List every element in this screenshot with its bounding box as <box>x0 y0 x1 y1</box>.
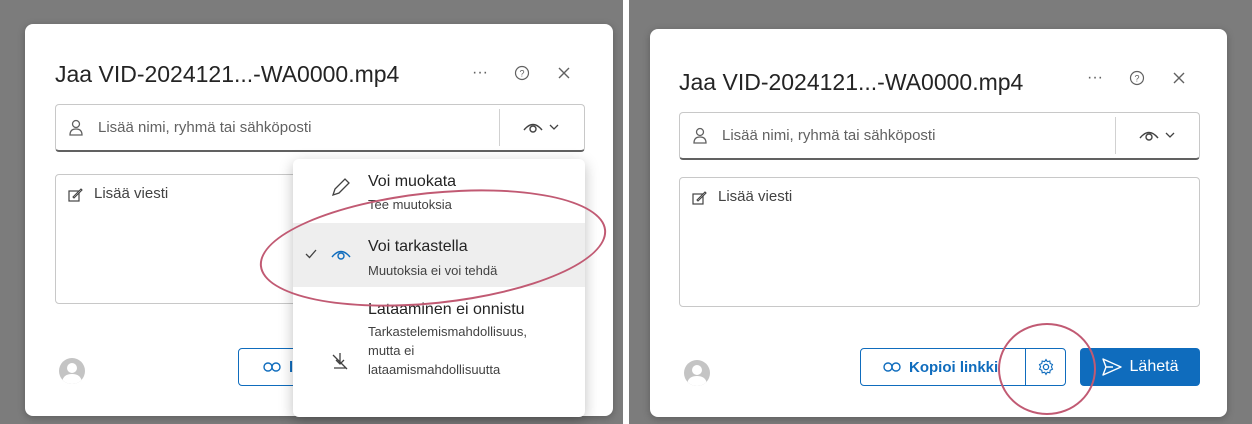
help-icon[interactable]: ? <box>511 62 533 84</box>
send-button[interactable]: Lähetä <box>1080 348 1200 386</box>
checkmark-icon <box>305 247 317 262</box>
send-label: Lähetä <box>1129 358 1179 375</box>
copy-link-label: Kopioi linkki <box>909 358 999 376</box>
divider <box>1115 117 1116 154</box>
permission-dropdown-button[interactable] <box>1132 121 1182 149</box>
person-icon <box>692 127 708 150</box>
menu-item-subtitle-line: mutta ei <box>368 343 415 358</box>
svg-text:?: ? <box>519 69 524 79</box>
person-icon <box>68 119 84 142</box>
link-settings-button[interactable] <box>1026 349 1065 385</box>
copy-link-button[interactable]: Kopioi linkki <box>861 349 1025 385</box>
chevron-down-icon <box>549 124 559 130</box>
svg-text:?: ? <box>1134 74 1139 84</box>
permission-menu: Voi muokata Tee muutoksia Voi tarkastell… <box>293 159 585 417</box>
help-icon[interactable]: ? <box>1126 67 1148 89</box>
recipient-placeholder: Lisää nimi, ryhmä tai sähköposti <box>722 127 936 144</box>
recipient-input[interactable]: Lisää nimi, ryhmä tai sähköposti <box>55 104 585 152</box>
edit-icon <box>692 191 707 210</box>
copy-link-group: Kopioi linkki <box>860 348 1066 386</box>
menu-item-subtitle-line: Tarkastelemismahdollisuus, <box>368 324 527 339</box>
permission-dropdown-button[interactable] <box>516 113 566 141</box>
no-download-icon <box>331 351 349 376</box>
message-placeholder: Lisää viesti <box>94 185 169 202</box>
menu-item-title: Voi muokata <box>368 173 457 190</box>
right-screenshot: Jaa VID-2024121...-WA0000.mp4 ··· ? Lisä… <box>629 0 1252 424</box>
eye-icon <box>523 123 543 133</box>
menu-item-can-edit[interactable]: Voi muokata Tee muutoksia <box>293 159 585 221</box>
link-icon <box>263 362 281 372</box>
menu-item-subtitle: Muutoksia ei voi tehdä <box>368 263 498 278</box>
menu-item-title: Lataaminen ei onnistu <box>368 301 525 318</box>
close-icon[interactable] <box>553 62 575 84</box>
send-icon <box>1101 358 1122 376</box>
menu-item-subtitle: Tee muutoksia <box>368 197 452 212</box>
recipient-placeholder: Lisää nimi, ryhmä tai sähköposti <box>98 119 312 136</box>
message-textarea[interactable]: Lisää viesti <box>679 177 1200 307</box>
more-options-icon[interactable]: ··· <box>469 62 491 84</box>
avatar <box>59 358 85 384</box>
gear-icon <box>1038 358 1053 376</box>
share-dialog: Jaa VID-2024121...-WA0000.mp4 ··· ? Lisä… <box>25 24 613 417</box>
menu-item-title: Voi tarkastella <box>368 238 468 255</box>
close-icon[interactable] <box>1168 67 1190 89</box>
more-options-icon[interactable]: ··· <box>1084 67 1106 89</box>
dialog-title: Jaa VID-2024121...-WA0000.mp4 <box>55 61 400 87</box>
left-screenshot: Jaa VID-2024121...-WA0000.mp4 ··· ? Lisä… <box>0 0 623 424</box>
menu-item-cannot-download[interactable]: Lataaminen ei onnistu Tarkastelemismahdo… <box>293 299 585 409</box>
edit-icon <box>68 188 83 207</box>
menu-item-subtitle-line: lataamismahdollisuutta <box>368 362 501 377</box>
menu-item-can-view[interactable]: Voi tarkastella Muutoksia ei voi tehdä <box>293 223 585 287</box>
eye-icon <box>331 247 351 266</box>
share-dialog: Jaa VID-2024121...-WA0000.mp4 ··· ? Lisä… <box>650 29 1227 417</box>
dialog-title: Jaa VID-2024121...-WA0000.mp4 <box>679 69 1024 95</box>
link-icon <box>883 362 901 372</box>
avatar <box>684 360 710 386</box>
chevron-down-icon <box>1165 132 1175 138</box>
pencil-icon <box>331 177 351 202</box>
message-placeholder: Lisää viesti <box>718 188 793 205</box>
eye-icon <box>1139 131 1159 141</box>
divider <box>499 109 500 146</box>
recipient-input[interactable]: Lisää nimi, ryhmä tai sähköposti <box>679 112 1200 160</box>
